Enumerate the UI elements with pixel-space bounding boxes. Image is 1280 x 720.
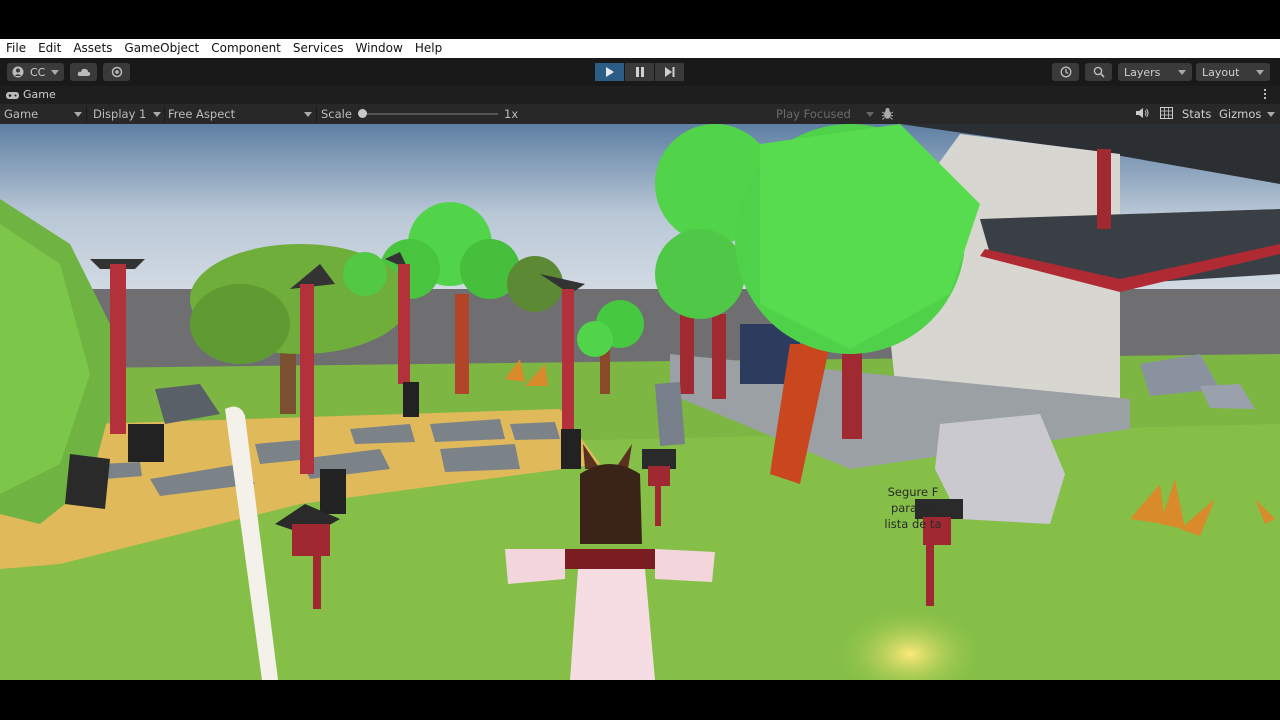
audio-button[interactable] (1136, 107, 1149, 122)
history-button[interactable] (1052, 63, 1079, 81)
game-tab-bar: Game (0, 86, 1280, 104)
search-button[interactable] (1085, 63, 1112, 81)
step-icon (664, 67, 674, 77)
aspect-dropdown[interactable]: Free Aspect (168, 107, 312, 121)
more-button[interactable] (1263, 88, 1271, 102)
main-toolbar: CC Layers Layout (0, 58, 1280, 86)
pause-button[interactable] (625, 63, 654, 81)
menu-help[interactable]: Help (409, 39, 448, 58)
display-label: Display 1 (93, 107, 147, 121)
hint-line-2: para ab (890, 501, 936, 515)
game-tab-icon (6, 91, 19, 99)
scale-label: Scale (321, 107, 352, 121)
tree (343, 252, 387, 296)
scale-slider-handle[interactable] (358, 109, 367, 118)
stats-button[interactable]: Stats (1182, 107, 1211, 121)
scale-slider[interactable] (358, 109, 498, 118)
play-focused-dropdown[interactable]: Play Focused (776, 107, 874, 121)
temple-pillar (680, 309, 694, 394)
menu-assets[interactable]: Assets (67, 39, 118, 58)
bug-button[interactable] (881, 107, 894, 123)
account-icon (12, 66, 24, 78)
layers-dropdown[interactable]: Layers (1118, 63, 1192, 81)
cloud-button[interactable] (70, 63, 97, 81)
menu-gameobject[interactable]: GameObject (118, 39, 205, 58)
collab-button[interactable] (103, 63, 130, 81)
layers-label: Layers (1124, 65, 1161, 79)
aspect-label: Free Aspect (168, 107, 236, 121)
account-label: CC (30, 65, 46, 79)
grid-button[interactable] (1160, 107, 1173, 122)
gizmos-dropdown[interactable]: Gizmos (1219, 107, 1276, 121)
display-dropdown[interactable]: Display 1 (93, 107, 161, 121)
divider (86, 106, 87, 122)
settings-icon (111, 66, 122, 78)
interaction-hint: Segure F para ab lista de ta (858, 484, 968, 532)
audio-icon (1136, 108, 1149, 118)
game-tab-title: Game (23, 88, 56, 101)
stone-lantern (655, 382, 685, 446)
view-label: Game (4, 107, 39, 121)
game-view-toolbar: Game Display 1 Free Aspect Scale 1x Play… (0, 104, 1280, 124)
menu-bar: File Edit Assets GameObject Component Se… (0, 39, 1280, 58)
scale-value: 1x (504, 107, 519, 121)
more-icon (1263, 88, 1267, 100)
menu-component[interactable]: Component (205, 39, 287, 58)
divider (164, 106, 165, 122)
divider (316, 106, 317, 122)
game-tab[interactable]: Game (6, 88, 56, 101)
cloud-icon (77, 68, 90, 76)
menu-edit[interactable]: Edit (32, 39, 67, 58)
temple-pillar (1097, 149, 1111, 229)
history-icon (1060, 66, 1071, 78)
playback-controls (595, 63, 685, 81)
play-icon (605, 67, 614, 77)
hint-line-1: Segure F (887, 485, 939, 499)
play-focused-label: Play Focused (776, 107, 851, 121)
layout-label: Layout (1202, 65, 1240, 79)
grid-icon (1160, 107, 1173, 119)
game-scene (0, 124, 1280, 680)
hint-line-3: lista de ta (884, 517, 942, 531)
play-button[interactable] (595, 63, 624, 81)
pause-icon (635, 67, 644, 77)
layout-dropdown[interactable]: Layout (1196, 63, 1270, 81)
bug-icon (881, 108, 894, 120)
gizmos-label: Gizmos (1219, 107, 1262, 121)
game-viewport[interactable]: Segure F para ab lista de ta (0, 124, 1280, 680)
menu-file[interactable]: File (0, 39, 32, 58)
view-dropdown[interactable]: Game (4, 107, 82, 121)
account-dropdown[interactable]: CC (7, 63, 64, 81)
top-letterbox (0, 0, 1280, 39)
temple-pillar (712, 314, 726, 399)
menu-window[interactable]: Window (350, 39, 409, 58)
bottom-letterbox (0, 680, 1280, 720)
menu-services[interactable]: Services (287, 39, 350, 58)
search-icon (1093, 66, 1105, 78)
step-button[interactable] (655, 63, 684, 81)
